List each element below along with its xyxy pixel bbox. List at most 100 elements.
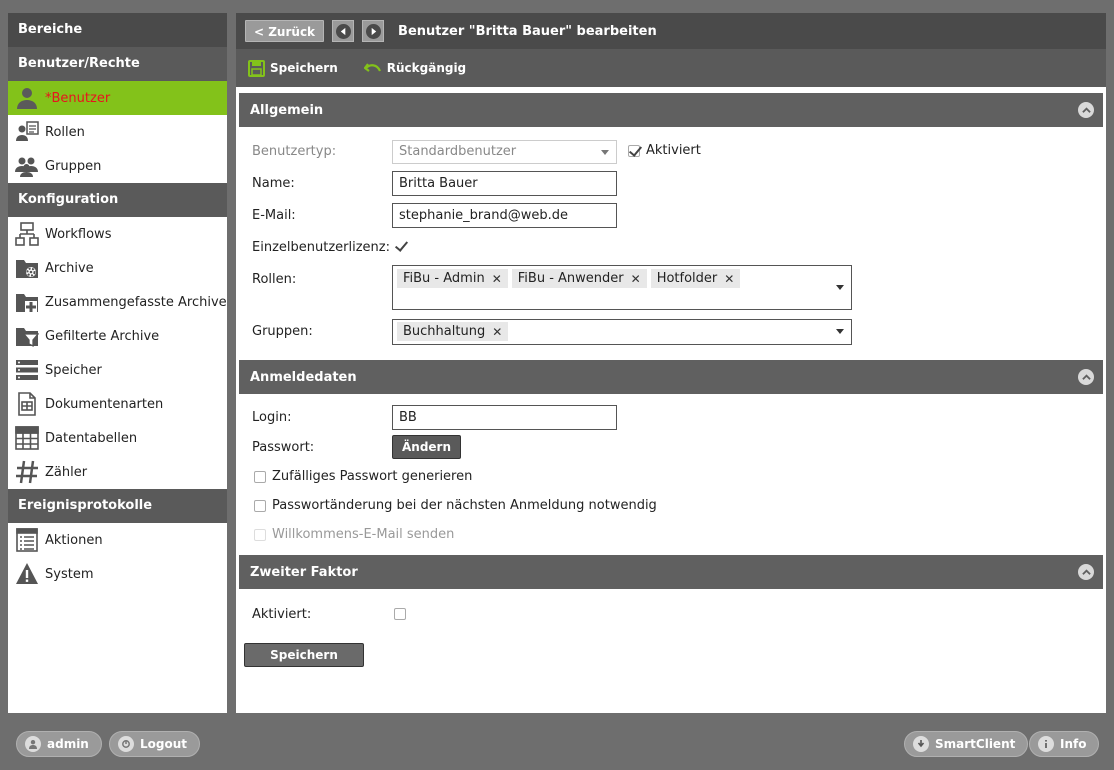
workflow-icon — [14, 221, 40, 247]
roles-multiselect[interactable]: FiBu - Admin ✕ FiBu - Anwender ✕ Hotfolder ✕ — [392, 265, 852, 310]
collapse-icon[interactable] — [1078, 564, 1094, 580]
login-field[interactable]: BB — [392, 405, 617, 430]
roles-label: Rollen: — [252, 272, 297, 287]
section-general-header[interactable]: Allgemein — [239, 93, 1103, 127]
document-types-icon — [14, 391, 40, 417]
sidebar-item-counter[interactable]: Zähler — [8, 455, 227, 489]
sidebar-item-label: *Benutzer — [45, 90, 111, 106]
filtered-archive-icon — [14, 323, 40, 349]
footer-save-row: Speichern — [239, 643, 1103, 675]
welcome-mail-row: Willkommens-E-Mail senden — [239, 524, 1103, 555]
save-label: Speichern — [270, 61, 338, 75]
sidebar-item-actions[interactable]: Aktionen — [8, 523, 227, 557]
chevron-down-icon[interactable] — [836, 285, 844, 290]
save-icon — [248, 59, 265, 77]
save-button[interactable]: Speichern — [244, 643, 364, 667]
sidebar-item-document-types[interactable]: Dokumentenarten — [8, 387, 227, 421]
sidebar-item-combined-archives[interactable]: Zusammengefasste Archive — [8, 285, 227, 319]
role-tag: Hotfolder ✕ — [650, 269, 741, 288]
section-login-title: Anmeldedaten — [250, 369, 357, 385]
data-table-icon — [14, 425, 40, 451]
previous-button[interactable] — [332, 20, 355, 42]
sidebar-item-filtered-archives[interactable]: Gefilterte Archive — [8, 319, 227, 353]
groups-multiselect[interactable]: Buchhaltung ✕ — [392, 319, 852, 345]
sidebar-item-label: Gefilterte Archive — [45, 328, 160, 344]
toolbar-save-button[interactable]: Speichern — [248, 59, 338, 77]
next-button[interactable] — [362, 20, 385, 42]
logout-button[interactable]: Logout — [109, 731, 201, 757]
usertype-row: Benutzertyp: Standardbenutzer Aktiviert — [239, 140, 1103, 172]
sidebar-item-benutzer[interactable]: *Benutzer — [8, 81, 227, 115]
login-row: Login: BB — [239, 405, 1103, 436]
remove-icon[interactable]: ✕ — [724, 272, 734, 286]
second-factor-label: Aktiviert: — [252, 607, 312, 622]
remove-icon[interactable]: ✕ — [492, 272, 502, 286]
remove-icon[interactable]: ✕ — [631, 272, 641, 286]
change-next-login-label: Passwortänderung bei der nächsten Anmeld… — [272, 498, 657, 513]
sidebar-item-workflows[interactable]: Workflows — [8, 217, 227, 251]
groups-row: Gruppen: Buchhaltung ✕ — [239, 319, 1103, 360]
sidebar-item-gruppen[interactable]: Gruppen — [8, 149, 227, 183]
activated-checkbox[interactable] — [628, 144, 640, 157]
role-tag: FiBu - Anwender ✕ — [511, 269, 647, 288]
sidebar-item-rollen[interactable]: Rollen — [8, 115, 227, 149]
sidebar-item-archive[interactable]: Archive — [8, 251, 227, 285]
password-row: Passwort: Ändern — [239, 435, 1103, 466]
sidebar-item-label: Aktionen — [45, 532, 103, 548]
second-factor-row: Aktiviert: — [239, 605, 1103, 643]
logout-icon — [118, 736, 134, 752]
groups-label: Gruppen: — [252, 324, 313, 339]
chevron-down-icon — [601, 150, 609, 155]
sidebar: Bereiche Benutzer/Rechte *Benutzer Rolle… — [8, 13, 227, 713]
roles-row: Rollen: FiBu - Admin ✕ FiBu - Anwender ✕ Hot… — [239, 265, 1103, 320]
usertype-label: Benutzertyp: — [252, 144, 337, 159]
email-label: E-Mail: — [252, 208, 296, 223]
sidebar-item-speicher[interactable]: Speicher — [8, 353, 227, 387]
name-row: Name: Britta Bauer — [239, 171, 1103, 204]
undo-label: Rückgängig — [386, 61, 467, 75]
random-password-row: Zufälliges Passwort generieren — [239, 466, 1103, 495]
chevron-down-icon[interactable] — [836, 329, 844, 334]
sidebar-item-label: Workflows — [45, 226, 112, 242]
avatar — [25, 736, 41, 752]
random-password-label: Zufälliges Passwort generieren — [272, 469, 473, 484]
group-tag: Buchhaltung ✕ — [397, 322, 509, 341]
random-password-checkbox[interactable] — [254, 470, 266, 483]
welcome-mail-checkbox — [254, 528, 266, 541]
back-button[interactable]: < Zurück — [245, 20, 325, 42]
sidebar-item-label: Dokumentenarten — [45, 396, 164, 412]
toolbar-undo-button[interactable]: Rückgängig — [363, 61, 467, 75]
change-next-login-row: Passwortänderung bei der nächsten Anmeld… — [239, 495, 1103, 524]
role-tag-label: Hotfolder — [656, 271, 718, 286]
single-license-checkbox[interactable] — [394, 240, 406, 252]
collapse-icon[interactable] — [1078, 369, 1094, 385]
change-password-button[interactable]: Ändern — [392, 435, 462, 459]
combined-archive-icon — [14, 289, 40, 315]
remove-icon[interactable]: ✕ — [492, 325, 502, 339]
archive-icon — [14, 255, 40, 281]
sidebar-title: Bereiche — [8, 13, 227, 47]
sidebar-item-label: Zähler — [45, 464, 88, 480]
section-general-title: Allgemein — [250, 102, 324, 118]
section-second-factor-title: Zweiter Faktor — [250, 564, 358, 580]
smartclient-button[interactable]: SmartClient — [904, 731, 1029, 757]
section-login-header[interactable]: Anmeldedaten — [239, 360, 1103, 394]
email-field[interactable]: stephanie_brand@web.de — [392, 203, 617, 228]
name-field[interactable]: Britta Bauer — [392, 171, 617, 196]
user-button[interactable]: admin — [16, 731, 102, 757]
sidebar-item-label: Archive — [45, 260, 94, 276]
section-second-factor-header[interactable]: Zweiter Faktor — [239, 555, 1103, 589]
role-tag-label: FiBu - Anwender — [517, 271, 624, 286]
collapse-icon[interactable] — [1078, 102, 1094, 118]
sidebar-item-label: System — [45, 566, 94, 582]
sidebar-item-system[interactable]: System — [8, 557, 227, 591]
random-password-option: Zufälliges Passwort generieren — [254, 469, 472, 484]
sidebar-item-data-tables[interactable]: Datentabellen — [8, 421, 227, 455]
change-next-login-checkbox[interactable] — [254, 499, 266, 512]
user-label: admin — [47, 737, 89, 751]
info-button[interactable]: Info — [1029, 731, 1100, 757]
info-icon — [1038, 736, 1054, 752]
second-factor-checkbox[interactable] — [394, 608, 406, 620]
sidebar-item-label: Rollen — [45, 124, 85, 140]
warning-icon — [14, 561, 40, 587]
